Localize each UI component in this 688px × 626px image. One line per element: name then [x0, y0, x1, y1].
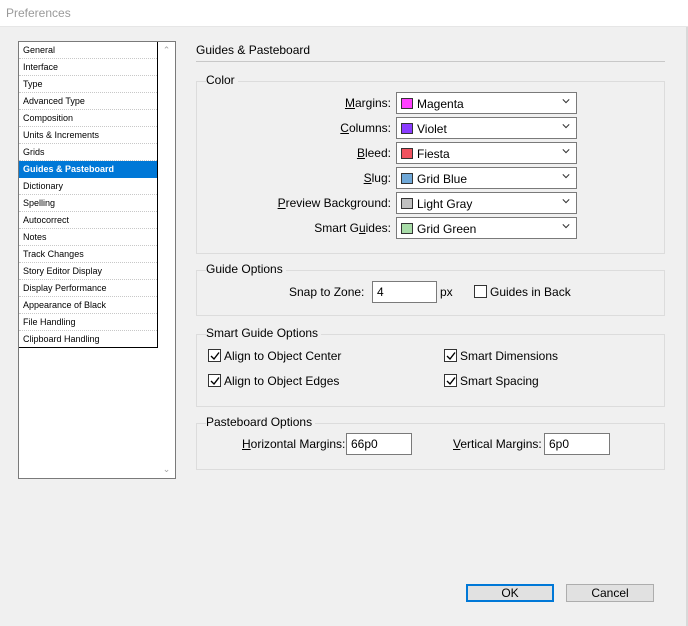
- sidebar-item-interface[interactable]: Interface: [19, 59, 157, 76]
- sidebar-item-file-handling[interactable]: File Handling: [19, 314, 157, 331]
- slug-value: Grid Blue: [417, 172, 468, 186]
- smart-spacing-label: Smart Spacing: [460, 374, 539, 388]
- smart-guide-options-group: [196, 334, 665, 407]
- smart-guides-label: Smart Guides:: [314, 221, 391, 235]
- align-object-center-label: Align to Object Center: [224, 349, 342, 363]
- smart-spacing-checkbox[interactable]: [444, 374, 457, 387]
- snap-unit-label: px: [440, 285, 453, 299]
- align-object-edges-checkbox[interactable]: [208, 374, 221, 387]
- sidebar-item-story-editor-display[interactable]: Story Editor Display: [19, 263, 157, 280]
- checkmark-icon: [446, 352, 456, 361]
- sidebar-item-notes[interactable]: Notes: [19, 229, 157, 246]
- sidebar-scrollbar[interactable]: ⌃ ⌄: [158, 42, 175, 478]
- vertical-margins-label: Vertical Margins:: [453, 437, 542, 451]
- horizontal-margins-label: Horizontal Margins:: [242, 437, 346, 451]
- vertical-margins-input[interactable]: [544, 433, 610, 455]
- preview-background-swatch: [401, 198, 413, 209]
- pasteboard-options-legend: Pasteboard Options: [206, 415, 316, 429]
- slug-swatch: [401, 173, 413, 184]
- slug-label: Slug:: [363, 171, 391, 185]
- scroll-down-arrow-icon[interactable]: ⌄: [161, 464, 172, 475]
- guides-in-back-label: Guides in Back: [490, 285, 571, 299]
- chevron-down-icon: [562, 124, 570, 129]
- bleed-swatch: [401, 148, 413, 159]
- sidebar-item-guides-pasteboard[interactable]: Guides & Pasteboard: [19, 161, 157, 178]
- smart-dimensions-label: Smart Dimensions: [460, 349, 559, 363]
- ok-button[interactable]: OK: [466, 584, 554, 602]
- preview-background-dropdown[interactable]: Light Gray: [396, 192, 577, 214]
- preferences-sidebar: General Interface Type Advanced Type Com…: [18, 41, 176, 479]
- sidebar-item-units-increments[interactable]: Units & Increments: [19, 127, 157, 144]
- columns-swatch: [401, 123, 413, 134]
- sidebar-item-advanced-type[interactable]: Advanced Type: [19, 93, 157, 110]
- window-title: Preferences: [6, 6, 71, 20]
- slug-color-dropdown[interactable]: Grid Blue: [396, 167, 577, 189]
- smart-dimensions-checkbox[interactable]: [444, 349, 457, 362]
- align-object-center-checkbox[interactable]: [208, 349, 221, 362]
- smart-guide-options-legend: Smart Guide Options: [206, 326, 322, 340]
- columns-value: Violet: [417, 122, 447, 136]
- page-title: Guides & Pasteboard: [196, 43, 311, 57]
- checkmark-icon: [210, 377, 220, 386]
- bleed-value: Fiesta: [417, 147, 450, 161]
- sidebar-item-track-changes[interactable]: Track Changes: [19, 246, 157, 263]
- columns-color-dropdown[interactable]: Violet: [396, 117, 577, 139]
- category-list: General Interface Type Advanced Type Com…: [19, 42, 158, 348]
- bleed-label: Bleed:: [356, 146, 391, 160]
- smart-guides-swatch: [401, 223, 413, 234]
- title-bar: Preferences: [0, 0, 688, 27]
- chevron-down-icon: [562, 224, 570, 229]
- scroll-up-arrow-icon[interactable]: ⌃: [161, 45, 172, 56]
- chevron-down-icon: [562, 174, 570, 179]
- guide-options-legend: Guide Options: [206, 262, 286, 276]
- preview-background-value: Light Gray: [417, 197, 473, 211]
- sidebar-item-type[interactable]: Type: [19, 76, 157, 93]
- smart-guides-value: Grid Green: [417, 222, 477, 236]
- horizontal-margins-input[interactable]: [346, 433, 412, 455]
- sidebar-item-display-performance[interactable]: Display Performance: [19, 280, 157, 297]
- margins-label: Margins:: [344, 96, 391, 110]
- checkmark-icon: [210, 352, 220, 361]
- sidebar-item-spelling[interactable]: Spelling: [19, 195, 157, 212]
- columns-label: Columns:: [340, 121, 391, 135]
- snap-to-zone-input[interactable]: [372, 281, 437, 303]
- margins-value: Magenta: [417, 97, 464, 111]
- guides-in-back-checkbox[interactable]: [474, 285, 487, 298]
- cancel-button[interactable]: Cancel: [566, 584, 654, 602]
- chevron-down-icon: [562, 199, 570, 204]
- chevron-down-icon: [562, 149, 570, 154]
- title-divider: [196, 61, 665, 62]
- margins-swatch: [401, 98, 413, 109]
- sidebar-item-general[interactable]: General: [19, 42, 157, 59]
- sidebar-item-composition[interactable]: Composition: [19, 110, 157, 127]
- preview-background-label: Preview Background:: [277, 196, 391, 210]
- sidebar-item-clipboard-handling[interactable]: Clipboard Handling: [19, 331, 157, 348]
- align-object-edges-label: Align to Object Edges: [224, 374, 340, 388]
- sidebar-item-autocorrect[interactable]: Autocorrect: [19, 212, 157, 229]
- chevron-down-icon: [562, 99, 570, 104]
- sidebar-item-appearance-of-black[interactable]: Appearance of Black: [19, 297, 157, 314]
- checkmark-icon: [446, 377, 456, 386]
- bleed-color-dropdown[interactable]: Fiesta: [396, 142, 577, 164]
- color-group-legend: Color: [206, 73, 238, 87]
- sidebar-item-dictionary[interactable]: Dictionary: [19, 178, 157, 195]
- smart-guides-color-dropdown[interactable]: Grid Green: [396, 217, 577, 239]
- sidebar-item-grids[interactable]: Grids: [19, 144, 157, 161]
- snap-to-zone-label: Snap to Zone:: [289, 285, 365, 299]
- margins-color-dropdown[interactable]: Magenta: [396, 92, 577, 114]
